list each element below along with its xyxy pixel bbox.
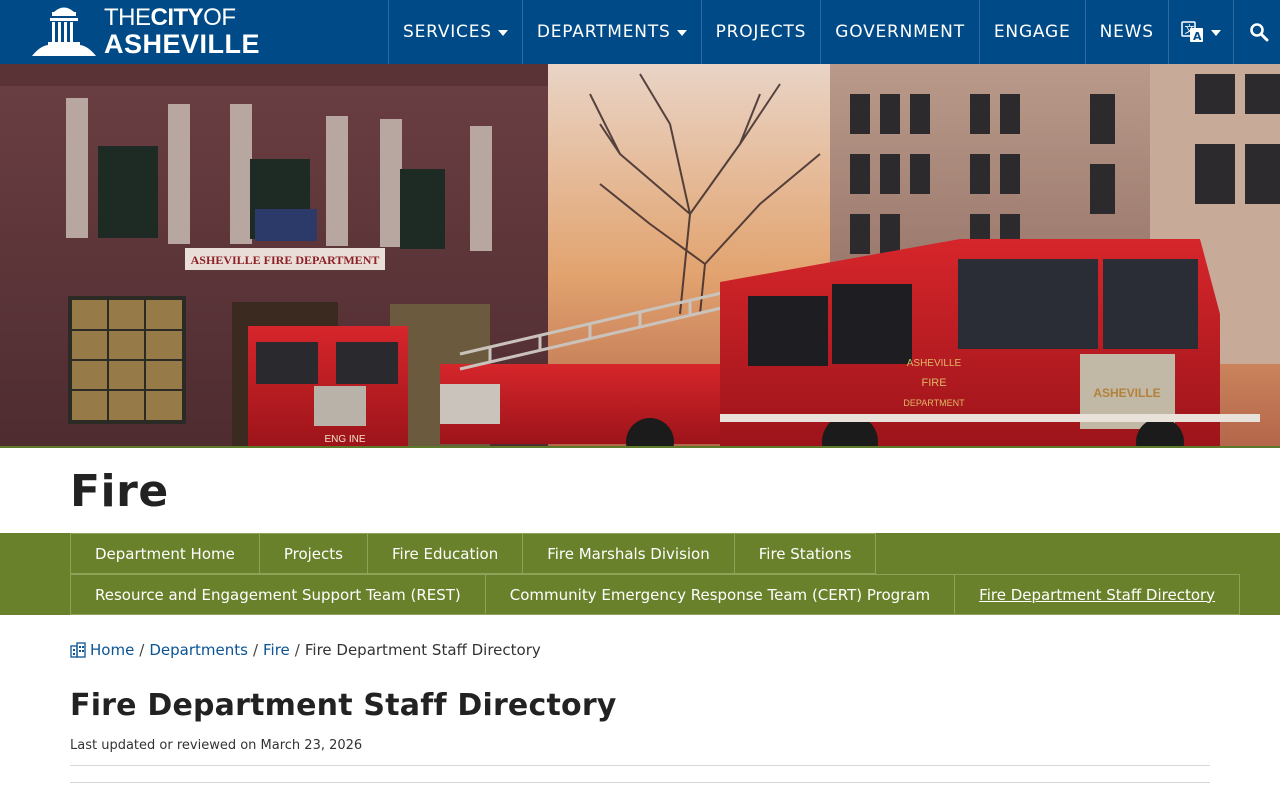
truck-door-line-1: ASHEVILLE bbox=[907, 358, 962, 369]
subnav-row-2: Resource and Engagement Support Team (RE… bbox=[70, 574, 1241, 615]
logo-of: OF bbox=[203, 4, 236, 31]
fire-station-photo: ASHEVILLE FIRE DEPARTMENT ENG INE ASHEVI… bbox=[0, 64, 1280, 447]
breadcrumb: Home / Departments / Fire / Fire Departm… bbox=[70, 641, 541, 659]
nav-engage[interactable]: ENGAGE bbox=[980, 0, 1086, 64]
nav-government[interactable]: GOVERNMENT bbox=[821, 0, 980, 64]
breadcrumb-separator: / bbox=[252, 641, 259, 659]
subnav-fire-marshals-division[interactable]: Fire Marshals Division bbox=[522, 533, 735, 574]
building-icon bbox=[70, 642, 86, 658]
breadcrumb-departments[interactable]: Departments bbox=[149, 641, 248, 659]
svg-text:A: A bbox=[1193, 30, 1202, 43]
department-title: Fire bbox=[70, 466, 169, 517]
search-button[interactable] bbox=[1234, 0, 1280, 64]
nav-departments-label: DEPARTMENTS bbox=[536, 22, 671, 42]
divider bbox=[70, 782, 1210, 783]
nav-departments[interactable]: DEPARTMENTS bbox=[523, 0, 702, 64]
breadcrumb-current: Fire Department Staff Directory bbox=[304, 641, 541, 659]
breadcrumb-home[interactable]: Home bbox=[90, 641, 134, 659]
city-hall-icon bbox=[32, 7, 96, 56]
hero-image: ASHEVILLE FIRE DEPARTMENT ENG INE ASHEVI… bbox=[0, 64, 1280, 447]
breadcrumb-separator: / bbox=[139, 641, 145, 659]
nav-services[interactable]: SERVICES bbox=[389, 0, 523, 64]
subnav-staff-directory[interactable]: Fire Department Staff Directory bbox=[954, 574, 1241, 615]
nav-news[interactable]: NEWS bbox=[1086, 0, 1169, 64]
subnav-fire-education[interactable]: Fire Education bbox=[366, 533, 524, 574]
nav-services-label: SERVICES bbox=[403, 22, 492, 42]
nav-projects-label: PROJECTS bbox=[715, 22, 807, 42]
last-updated-text: Last updated or reviewed on March 23, 20… bbox=[70, 738, 363, 753]
city-logo[interactable]: THECITYOF ASHEVILLE bbox=[30, 4, 260, 58]
breadcrumb-separator: / bbox=[294, 641, 300, 659]
subnav-fire-stations[interactable]: Fire Stations bbox=[733, 533, 877, 574]
page-title: Fire Department Staff Directory bbox=[70, 688, 617, 723]
department-subnav: Department Home Projects Fire Education … bbox=[0, 533, 1280, 615]
truck-grille-label: ASHEVILLE bbox=[1093, 386, 1160, 400]
subnav-rest[interactable]: Resource and Engagement Support Team (RE… bbox=[70, 574, 486, 615]
nav-news-label: NEWS bbox=[1099, 22, 1154, 42]
translate-button[interactable]: 文 A bbox=[1169, 0, 1234, 64]
nav-engage-label: ENGAGE bbox=[993, 22, 1071, 42]
chevron-down-icon bbox=[1210, 30, 1221, 36]
fire-department-sign: ASHEVILLE FIRE DEPARTMENT bbox=[191, 253, 380, 267]
subnav-department-home[interactable]: Department Home bbox=[70, 533, 260, 574]
engine-label: ENG INE bbox=[324, 434, 365, 445]
subnav-cert-program[interactable]: Community Emergency Response Team (CERT)… bbox=[484, 574, 956, 615]
site-header: THECITYOF ASHEVILLE SERVICES DEPARTMENTS… bbox=[0, 0, 1280, 64]
translate-icon: 文 A bbox=[1181, 21, 1203, 43]
logo-the: THE bbox=[104, 4, 151, 31]
search-icon bbox=[1250, 23, 1269, 42]
hero-divider bbox=[0, 446, 1280, 448]
chevron-down-icon bbox=[676, 30, 687, 36]
subnav-projects[interactable]: Projects bbox=[258, 533, 368, 574]
subnav-row-1: Department Home Projects Fire Education … bbox=[70, 533, 877, 574]
nav-government-label: GOVERNMENT bbox=[835, 22, 965, 42]
breadcrumb-fire[interactable]: Fire bbox=[263, 641, 290, 659]
main-nav: SERVICES DEPARTMENTS PROJECTS GOVERNMENT… bbox=[388, 0, 1280, 64]
logo-city: CITY bbox=[150, 4, 204, 31]
logo-asheville: ASHEVILLE bbox=[104, 29, 261, 59]
divider bbox=[70, 765, 1210, 766]
truck-door-line-3: DEPARTMENT bbox=[903, 398, 965, 408]
chevron-down-icon bbox=[497, 30, 508, 36]
truck-door-line-2: FIRE bbox=[921, 377, 946, 389]
nav-projects[interactable]: PROJECTS bbox=[702, 0, 822, 64]
